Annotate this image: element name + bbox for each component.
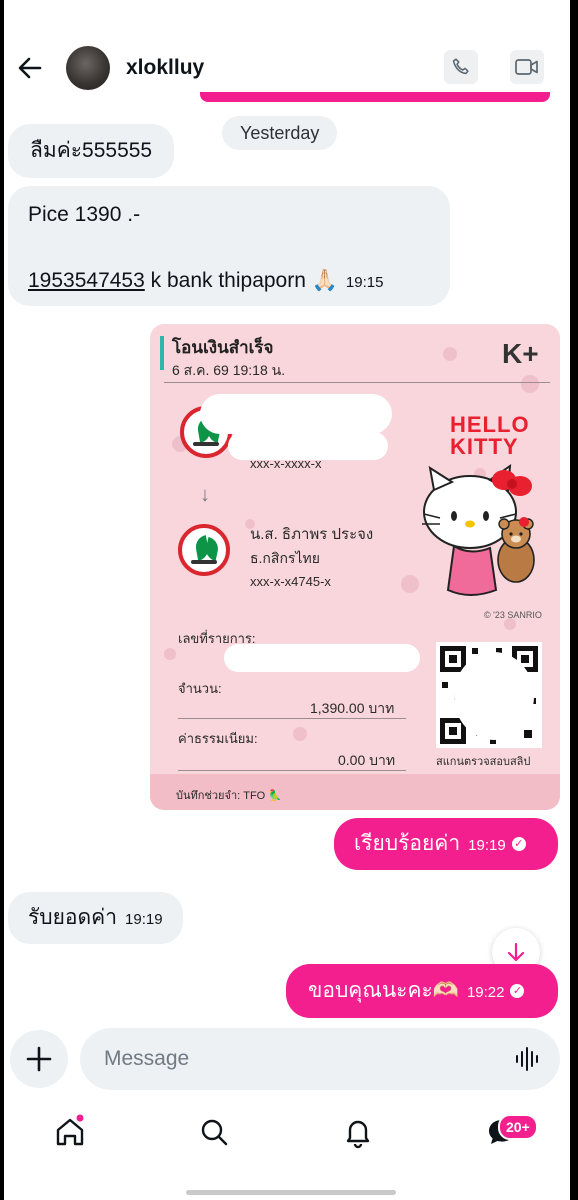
sent-check-icon: ✓ (511, 837, 526, 852)
message-time: 19:15 (345, 274, 384, 291)
chat-header: xloklluy (4, 40, 570, 100)
account-number-link[interactable]: 1953547453 (28, 269, 145, 292)
slip-title-accent (160, 336, 164, 370)
transfer-down-arrow-icon: ↓ (200, 484, 210, 506)
qr-caption: สแกนตรวจสอบสลิป (436, 756, 531, 768)
card-title-line2: KITTY (450, 434, 519, 459)
message-text: Pice 1390 .- (28, 203, 141, 226)
messages-badge: 20+ (498, 1114, 538, 1140)
kplus-logo: K+ (502, 338, 539, 369)
slip-title: โอนเงินสำเร็จ (172, 338, 274, 357)
sent-check-icon: ✓ (510, 984, 525, 999)
transfer-slip-image[interactable]: โอนเงินสำเร็จ 6 ส.ค. 69 19:18 น. K+ xxx-… (150, 324, 560, 810)
video-call-icon[interactable] (510, 50, 544, 84)
avatar[interactable] (66, 46, 110, 90)
home-indicator (186, 1190, 396, 1195)
nav-home-icon[interactable] (48, 1110, 92, 1154)
slip-datetime: 6 ส.ค. 69 19:18 น. (172, 362, 286, 378)
message-text: ลืมค่ะ555555 (30, 139, 153, 162)
sender-account: xxx-x-xxxx-x (250, 456, 322, 471)
message-input[interactable] (80, 1028, 560, 1090)
hello-kitty-illustration (422, 463, 535, 596)
message-time: 19:19 (125, 911, 163, 928)
back-arrow-icon[interactable] (14, 52, 46, 84)
message-text: เรียบร้อยค่า (354, 832, 461, 855)
chat-screen: xloklluy Yesterday ลืมค่ะ555555 Pice 139… (4, 0, 570, 1200)
fee-value: 0.00 บาท (338, 752, 396, 768)
voice-call-icon[interactable] (444, 50, 478, 84)
message-text: ขอบคุณนะคะ🫶🏻 (308, 979, 459, 1002)
outgoing-message[interactable]: ขอบคุณนะคะ🫶🏻 19:22 ✓ (286, 964, 558, 1018)
voice-message-icon[interactable] (514, 1046, 542, 1072)
plus-icon (26, 1046, 52, 1072)
date-divider: Yesterday (222, 116, 338, 150)
slip-footer: บันทึกช่วยจำ: TFO 🦜 (150, 774, 560, 810)
receiver-account: xxx-x-x4745-x (250, 574, 331, 589)
incoming-message[interactable]: รับยอดค่า 19:19 (8, 892, 183, 944)
message-time: 19:22 (466, 984, 505, 1001)
kbank-logo-icon (178, 524, 230, 576)
incoming-message[interactable]: Pice 1390 .- 1953547453 k bank thipaporn… (8, 186, 450, 306)
message-text: k bank thipaporn 🙏🏻 (144, 269, 338, 292)
message-time: 19:19 (468, 837, 506, 854)
chat-username[interactable]: xloklluy (126, 56, 204, 80)
qr-code (436, 642, 542, 748)
receiver-name: น.ส. ธิภาพร ประจง (250, 526, 374, 543)
redaction (200, 394, 392, 434)
message-text: รับยอดค่า (28, 906, 118, 929)
outgoing-message[interactable]: เรียบร้อยค่า 19:19 ✓ (334, 818, 558, 870)
device-frame-right (570, 0, 578, 1200)
add-attachment-button[interactable] (10, 1030, 68, 1088)
nav-search-icon[interactable] (192, 1110, 236, 1154)
redaction (224, 644, 420, 672)
fee-label: ค่าธรรมเนียม: (178, 731, 258, 746)
incoming-message[interactable]: ลืมค่ะ555555 (8, 124, 175, 178)
card-copyright: © '23 SANRIO (484, 610, 542, 620)
nav-notifications-icon[interactable] (336, 1110, 380, 1154)
receiver-bank: ธ.กสิกรไทย (250, 550, 320, 566)
amount-value: 1,390.00 บาท (310, 700, 395, 716)
slip-memo: บันทึกช่วยจำ: TFO 🦜 (176, 790, 282, 802)
previous-message-edge (200, 92, 550, 102)
amount-label: จำนวน: (178, 681, 222, 696)
